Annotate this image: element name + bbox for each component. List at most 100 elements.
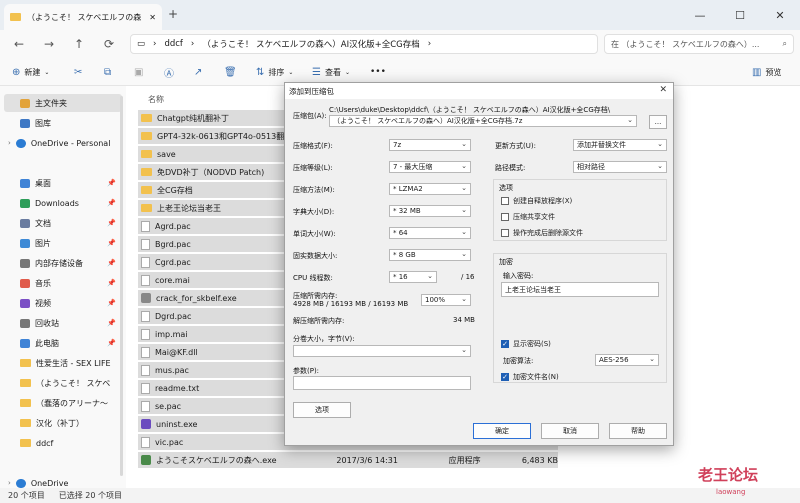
sidebar-item-folder[interactable]: （蠢落のアリーナ～ [4,394,122,412]
up-button[interactable]: ↑ [64,37,94,51]
encrypt-filenames-checkbox[interactable]: ✓ 加密文件名(N) [501,372,559,382]
cut-button[interactable]: ✂ [74,64,82,80]
home-icon [20,98,30,108]
checkbox-checked-icon: ✓ [501,373,509,381]
delete-after-checkbox[interactable]: 操作完成后删除源文件 [501,228,583,238]
file-name: Mai@KF.dll [155,347,198,357]
sidebar-item-internal-storage[interactable]: 内部存储设备 📌 [4,254,122,272]
sidebar-item-pictures[interactable]: 图片 📌 [4,234,122,252]
search-input[interactable]: 在 （ようこそ！ スケベエルフの森へ）... ⌕ [604,34,794,54]
forward-button[interactable]: → [34,37,64,51]
solid-size-select[interactable]: * 8 GB ⌄ [389,249,471,261]
explorer-tab[interactable]: （ようこそ！ スケベエルフの森 ✕ [4,4,162,30]
sidebar-item-documents[interactable]: 文档 📌 [4,214,122,232]
level-select[interactable]: 7 - 最大压缩 ⌄ [389,161,471,173]
list-item[interactable]: ようこそスケベエルフの森へ.exe 2017/3/6 14:31 应用程序 6,483… [138,452,558,468]
copy-button[interactable]: ⧉ [104,64,111,80]
chevron-down-icon: ⌄ [461,295,467,303]
dialog-close-button[interactable]: ✕ [659,85,667,95]
gallery-icon [20,118,30,128]
breadcrumb-segment[interactable]: ddcf [164,39,182,49]
word-size-value: * 64 [393,229,408,237]
maximize-button[interactable]: ☐ [720,0,760,30]
sidebar-item-gallery[interactable]: 图库 [4,114,122,132]
chevron-right-icon: › [8,139,11,147]
sidebar-item-desktop[interactable]: 桌面 📌 [4,174,122,192]
column-header-name[interactable]: 名称 [148,94,164,105]
new-label: 新建 [24,67,41,77]
sidebar-item-onedrive-personal[interactable]: › OneDrive - Personal [4,134,122,152]
chevron-icon: › [153,39,157,49]
update-mode-value: 添加并替换文件 [577,141,626,149]
computer-icon [20,338,30,348]
preview-pane-icon: ▥ [752,66,762,78]
encryption-method-select[interactable]: AES-256 ⌄ [595,354,659,366]
file-icon [141,382,150,394]
dictionary-select[interactable]: * 32 MB ⌄ [389,205,471,217]
archive-directory: C:\Users\duke\Desktop\ddcf\（ようこそ！ スケベエルフ… [329,106,611,114]
archive-name-input[interactable]: （ようこそ！ スケベエルフの森へ）AI汉化版+全CG存档.7z ⌄ [329,115,637,127]
delete-button[interactable]: 🗑 [224,64,237,80]
update-mode-select[interactable]: 添加并替换文件 ⌄ [573,139,667,151]
options-button[interactable]: 选项 [293,402,351,418]
sidebar-item-folder[interactable]: 汉化（补丁） [4,414,122,432]
view-button[interactable]: ☰ 查看 ⌄ [312,64,350,80]
sort-button[interactable]: ⇅ 排序 ⌄ [256,64,293,80]
show-password-checkbox[interactable]: ✓ 显示密码(S) [501,339,551,349]
word-size-select[interactable]: * 64 ⌄ [389,227,471,239]
threads-select[interactable]: * 16 ⌄ [389,271,437,283]
sidebar-item-folder[interactable]: 性爱生活 - SEX LIFE [4,354,122,372]
shared-files-checkbox[interactable]: 压缩共享文件 [501,212,555,222]
ok-button[interactable]: 确定 [473,423,531,439]
split-size-select[interactable]: ⌄ [293,345,471,357]
sidebar-item-folder[interactable]: （ようこそ！ スケベ [4,374,122,392]
sidebar-scrollbar[interactable] [120,96,123,476]
sidebar-item-label: ddcf [36,438,54,448]
sidebar-item-this-pc[interactable]: 此电脑 📌 [4,334,122,352]
memory-percent-select[interactable]: 100% ⌄ [421,294,471,306]
password-input[interactable]: 上老王论坛当老王 [501,282,659,297]
share-button[interactable]: ↗ [194,64,202,80]
minimize-button[interactable]: — [680,0,720,30]
rename-button[interactable]: Ⓐ [164,64,174,80]
sidebar-item-downloads[interactable]: Downloads 📌 [4,194,122,212]
watermark-logo: 老王论坛 [698,466,759,484]
sidebar-item-music[interactable]: 音乐 📌 [4,274,122,292]
cancel-button[interactable]: 取消 [541,423,599,439]
share-icon: ↗ [194,66,203,78]
tab-close-icon[interactable]: ✕ [149,13,156,22]
checkbox-icon [501,197,509,205]
parameters-input[interactable] [293,376,471,390]
help-button[interactable]: 帮助 [609,423,667,439]
method-select[interactable]: * LZMA2 ⌄ [389,183,471,195]
browse-button[interactable]: ... [649,115,667,129]
back-button[interactable]: ← [4,37,34,51]
password-value: 上老王论坛当老王 [505,286,561,294]
sidebar-item-folder[interactable]: ddcf [4,434,122,452]
preview-button[interactable]: ▥ 预览 [752,64,781,80]
address-bar[interactable]: ▭ › ddcf › （ようこそ！ スケベエルフの森へ）AI汉化版+全CG存档 … [130,34,598,54]
sidebar-item-label: 主文件夹 [35,98,67,108]
path-mode-select[interactable]: 相对路径 ⌄ [573,161,667,173]
sidebar-item-recycle-bin[interactable]: 回收站 📌 [4,314,122,332]
breadcrumb-segment[interactable]: （ようこそ！ スケベエルフの森へ）AI汉化版+全CG存档 [202,38,419,50]
sidebar-item-videos[interactable]: 视频 📌 [4,294,122,312]
sidebar-item-label: 视频 [35,298,51,308]
pin-icon: 📌 [107,339,116,347]
close-button[interactable]: ✕ [760,0,800,30]
paste-button[interactable]: ▣ [134,64,143,80]
new-button[interactable]: ⊕ 新建 ⌄ [12,64,49,80]
solid-size-value: * 8 GB [393,251,416,259]
dialog-title: 添加到压缩包 [289,86,334,96]
threads-label: CPU 线程数: [293,274,333,282]
sidebar-item-label: 桌面 [35,178,51,188]
sfx-checkbox[interactable]: 创建自释放程序(X) [501,196,572,206]
sidebar-item-home[interactable]: 主文件夹 [4,94,122,112]
refresh-button[interactable]: ⟳ [94,37,124,51]
more-button[interactable]: ••• [370,64,386,80]
password-label: 输入密码: [503,272,534,280]
new-tab-button[interactable]: + [168,7,178,21]
sidebar-item-label: 图片 [35,238,51,248]
folder-icon [141,168,152,176]
format-select[interactable]: 7z ⌄ [389,139,471,151]
